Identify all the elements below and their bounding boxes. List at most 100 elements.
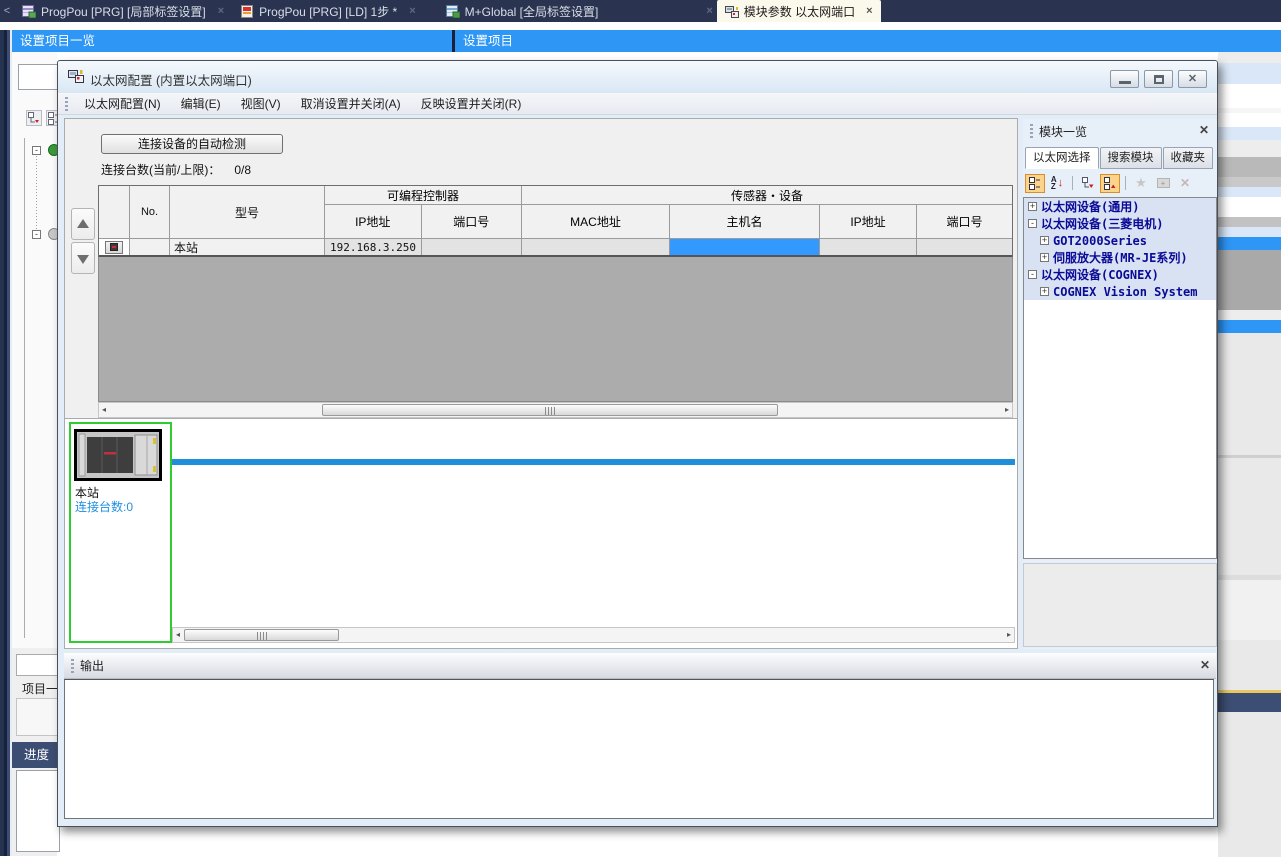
row-no-cell[interactable]	[130, 239, 170, 255]
row-mac-cell[interactable]	[522, 239, 670, 255]
scroll-right-icon[interactable]: ▸	[1004, 628, 1014, 642]
tree-panel-border	[24, 138, 25, 638]
panel-grip[interactable]	[1030, 124, 1033, 138]
tree-item-label: 以太网设备(COGNEX)	[1041, 266, 1159, 283]
tree-item-cognex[interactable]: - 以太网设备(COGNEX)	[1024, 266, 1216, 283]
tree-expand-icon[interactable]	[46, 110, 57, 126]
scrollbar-thumb[interactable]	[184, 629, 339, 641]
module-list-panel: 模块一览 ✕ 以太网选择 搜索模块 收藏夹 AZ ↓	[1023, 119, 1217, 649]
row-plc-ip-cell[interactable]: 192.168.3.250	[325, 239, 422, 255]
host-station-selection[interactable]: 本站 连接台数:0	[69, 422, 172, 643]
window-controls: ✕	[1110, 70, 1207, 88]
output-panel-header[interactable]: 输出 ✕	[64, 653, 1216, 679]
row-sensor-ip-cell[interactable]	[820, 239, 917, 255]
ethernet-config-icon	[68, 68, 84, 84]
output-panel-body[interactable]	[64, 679, 1214, 819]
progress-panel	[12, 768, 57, 856]
module-list-header[interactable]: 模块一览 ✕	[1023, 119, 1217, 143]
up-arrow-icon	[77, 219, 89, 228]
tree-item-cognex-vision[interactable]: + COGNEX Vision System	[1024, 283, 1216, 300]
panel-grip[interactable]	[71, 659, 74, 673]
menu-ethernet-config[interactable]: 以太网配置(N)	[74, 93, 171, 115]
scroll-left-icon[interactable]: ◂	[99, 403, 109, 417]
diagram-horizontal-scrollbar[interactable]: ◂ ▸	[172, 627, 1015, 643]
scroll-left-icon[interactable]: ◂	[173, 628, 183, 642]
thumb-grip	[545, 407, 555, 415]
ethernet-connection-line	[172, 459, 1015, 465]
expand-icon[interactable]: +	[1040, 253, 1049, 262]
delete-glyph: ✕	[1180, 176, 1190, 190]
menu-edit[interactable]: 编辑(E)	[171, 93, 231, 115]
table-row-host-station[interactable]: 本站 192.168.3.250	[99, 238, 1012, 257]
row-plc-port-cell[interactable]	[422, 239, 522, 255]
row-model-cell[interactable]: 本站	[170, 239, 325, 255]
collapse-icon[interactable]: -	[1028, 270, 1037, 279]
move-up-button[interactable]	[71, 208, 95, 240]
tree-node-toggle-icon[interactable]: -	[32, 230, 41, 239]
display-tree-icon[interactable]	[1025, 174, 1045, 193]
scroll-right-icon[interactable]: ▸	[1002, 403, 1012, 417]
menubar-grip[interactable]	[65, 97, 68, 111]
panel-close-icon[interactable]: ✕	[1199, 123, 1209, 137]
tree-item-got2000[interactable]: + GOT2000Series	[1024, 232, 1216, 249]
close-button[interactable]: ✕	[1178, 70, 1207, 88]
module-list-tabs: 以太网选择 搜索模块 收藏夹	[1025, 147, 1214, 169]
host-station-device-image[interactable]	[74, 429, 162, 481]
tab-module-param-ethernet[interactable]: 模块参数 以太网端口 ×	[717, 0, 881, 22]
folder-plus-glyph: +	[1157, 178, 1170, 188]
ethernet-device-tree: + 以太网设备(通用) - 以太网设备(三菱电机) + GOT2000Serie…	[1023, 197, 1217, 559]
row-selector-cell[interactable]	[99, 239, 130, 255]
menu-view[interactable]: 视图(V)	[231, 93, 291, 115]
dialog-titlebar[interactable]: 以太网配置 (内置以太网端口) ✕	[58, 61, 1217, 93]
tree-item-mitsubishi[interactable]: - 以太网设备(三菱电机)	[1024, 215, 1216, 232]
collapse-all-icon[interactable]	[1078, 174, 1098, 193]
tree-node-toggle-icon[interactable]: -	[32, 146, 41, 155]
expand-icon[interactable]: +	[1028, 202, 1037, 211]
collapse-icon[interactable]: -	[1028, 219, 1037, 228]
tab-favorites[interactable]: 收藏夹	[1163, 147, 1214, 169]
down-arrow-icon	[77, 255, 89, 264]
tab-progpou-ladder[interactable]: ProgPou [PRG] [LD] 1步 *	[232, 0, 405, 22]
move-down-button[interactable]	[71, 242, 95, 274]
setting-search-input[interactable]	[18, 64, 57, 90]
menu-reflect-close[interactable]: 反映设置并关闭(R)	[411, 93, 532, 115]
row-host-cell-selected[interactable]	[670, 239, 820, 255]
tab-close-icon[interactable]: ×	[405, 0, 419, 22]
setting-grid-strip	[1218, 52, 1281, 864]
sort-az-icon[interactable]: AZ ↓	[1047, 174, 1067, 193]
device-table: No. 型号 可编程控制器 IP地址 端口号 传感器・设备 MAC地址 主机	[98, 185, 1013, 258]
tree-item-servo-mrje[interactable]: + 伺服放大器(MR-JE系列)	[1024, 249, 1216, 266]
expand-icon[interactable]: +	[1040, 287, 1049, 296]
progress-panel-header: 进度	[12, 742, 57, 768]
tab-ethernet-selection[interactable]: 以太网选择	[1025, 147, 1099, 169]
row-sensor-port-cell[interactable]	[917, 239, 1012, 255]
tab-search-module[interactable]: 搜索模块	[1100, 147, 1162, 169]
tab-scroll-left-icon[interactable]: <	[0, 0, 14, 22]
minimize-button[interactable]	[1110, 70, 1139, 88]
tab-close-icon[interactable]: ×	[702, 0, 716, 22]
menu-cancel-close[interactable]: 取消设置并关闭(A)	[291, 93, 411, 115]
tab-label: M+Global [全局标签设置]	[465, 3, 599, 20]
scrollbar-thumb[interactable]	[322, 404, 778, 416]
delete-favorite-icon[interactable]: ✕	[1175, 174, 1195, 193]
sort-arrow: ↓	[1058, 177, 1064, 189]
favorite-star-icon[interactable]: ★	[1131, 174, 1151, 193]
expand-all-icon[interactable]	[1100, 174, 1120, 193]
tab-progpou-local-label[interactable]: ProgPou [PRG] [局部标签设置]	[14, 0, 214, 22]
panel-close-icon[interactable]: ✕	[1200, 658, 1210, 672]
config-main-frame: 连接设备的自动检测 连接台数(当前/上限)：0/8 No. 型号 可编程控制器 …	[64, 118, 1018, 649]
tab-close-icon[interactable]: ×	[214, 0, 228, 22]
tab-close-icon[interactable]: ×	[866, 5, 872, 17]
tree-collapse-icon[interactable]	[26, 110, 42, 126]
table-horizontal-scrollbar[interactable]: ◂ ▸	[98, 402, 1013, 418]
auto-detect-button[interactable]: 连接设备的自动检测	[101, 134, 283, 154]
project-panel-box	[16, 698, 57, 736]
network-diagram-area: 本站 连接台数:0 ◂ ▸	[65, 418, 1017, 648]
tab-label: 模块参数 以太网端口	[744, 3, 855, 20]
tab-mglobal[interactable]: M+Global [全局标签设置]	[438, 0, 607, 22]
tree-item-generic[interactable]: + 以太网设备(通用)	[1024, 198, 1216, 215]
add-favorite-icon[interactable]: +	[1153, 174, 1173, 193]
global-label-icon	[446, 5, 460, 18]
expand-icon[interactable]: +	[1040, 236, 1049, 245]
maximize-button[interactable]	[1144, 70, 1173, 88]
